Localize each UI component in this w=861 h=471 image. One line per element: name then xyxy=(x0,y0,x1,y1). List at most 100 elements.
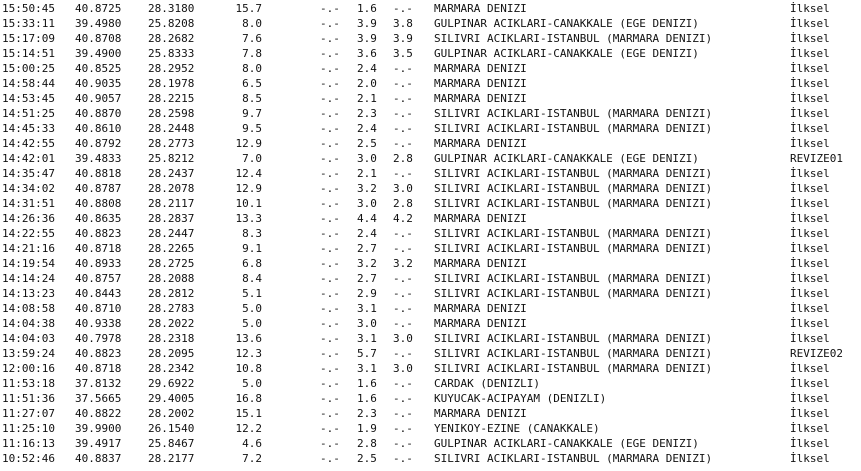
ml-cell: 2.4 xyxy=(357,122,377,135)
depth-cell: 6.8 xyxy=(242,257,262,270)
longitude-cell: 28.2725 xyxy=(148,257,195,270)
depth-cell: 7.2 xyxy=(242,452,262,465)
mw-cell: 3.2 xyxy=(393,257,413,270)
depth-cell: 7.8 xyxy=(242,47,262,60)
longitude-cell: 28.2952 xyxy=(148,62,195,75)
solution-type-cell: İlksel xyxy=(790,137,830,150)
table-row: 14:45:33 40.8610 28.2448 9.5 -.- 2.4 -.- SILIVR… xyxy=(0,121,861,136)
time-cell: 14:21:16 xyxy=(2,242,55,255)
table-row: 15:33:11 39.4980 25.8208 8.0 -.- 3.9 3.8 GULPIN… xyxy=(0,16,861,31)
table-row: 14:51:25 40.8870 28.2598 9.7 -.- 2.3 -.- SILIVR… xyxy=(0,106,861,121)
latitude-cell: 40.8792 xyxy=(75,137,122,150)
time-cell: 11:25:10 xyxy=(2,422,55,435)
mw-cell: 2.8 xyxy=(393,152,413,165)
time-cell: 11:51:36 xyxy=(2,392,55,405)
latitude-cell: 40.8870 xyxy=(75,107,122,120)
time-cell: 14:58:44 xyxy=(2,77,55,90)
table-row: 11:16:13 39.4917 25.8467 4.6 -.- 2.8 -.- GULPIN… xyxy=(0,436,861,451)
longitude-cell: 28.3180 xyxy=(148,2,195,15)
time-cell: 15:50:45 xyxy=(2,2,55,15)
location-cell: MARMARA DENIZI xyxy=(434,2,527,15)
time-cell: 15:00:25 xyxy=(2,62,55,75)
mw-cell: -.- xyxy=(393,2,413,15)
md-cell: -.- xyxy=(320,392,340,405)
location-cell: SILIVRI ACIKLARI-ISTANBUL (MARMARA DENIZ… xyxy=(434,452,713,465)
mw-cell: 3.9 xyxy=(393,32,413,45)
mw-cell: -.- xyxy=(393,272,413,285)
time-cell: 14:04:03 xyxy=(2,332,55,345)
mw-cell: -.- xyxy=(393,122,413,135)
table-row: 11:51:36 37.5665 29.4005 16.8 -.- 1.6 -.- KUYUC… xyxy=(0,391,861,406)
time-cell: 10:52:46 xyxy=(2,452,55,465)
location-cell: GULPINAR ACIKLARI-CANAKKALE (EGE DENIZI) xyxy=(434,47,699,60)
longitude-cell: 28.2598 xyxy=(148,107,195,120)
depth-cell: 12.9 xyxy=(235,137,263,150)
ml-cell: 3.0 xyxy=(357,197,377,210)
latitude-cell: 40.8710 xyxy=(75,302,122,315)
longitude-cell: 25.8467 xyxy=(148,437,195,450)
depth-cell: 5.0 xyxy=(242,302,262,315)
time-cell: 14:19:54 xyxy=(2,257,55,270)
depth-cell: 5.0 xyxy=(242,317,262,330)
longitude-cell: 28.2447 xyxy=(148,227,195,240)
longitude-cell: 28.2773 xyxy=(148,137,195,150)
location-cell: SILIVRI ACIKLARI-ISTANBUL (MARMARA DENIZ… xyxy=(434,332,713,345)
mw-cell: -.- xyxy=(393,302,413,315)
time-cell: 11:53:18 xyxy=(2,377,55,390)
longitude-cell: 28.2002 xyxy=(148,407,195,420)
md-cell: -.- xyxy=(320,332,340,345)
longitude-cell: 28.2022 xyxy=(148,317,195,330)
mw-cell: 3.0 xyxy=(393,362,413,375)
location-cell: MARMARA DENIZI xyxy=(434,407,527,420)
md-cell: -.- xyxy=(320,377,340,390)
solution-type-cell: REVIZE01 xyxy=(790,152,843,165)
depth-cell: 9.5 xyxy=(242,122,262,135)
longitude-cell: 28.1978 xyxy=(148,77,195,90)
mw-cell: 3.8 xyxy=(393,17,413,30)
longitude-cell: 28.2117 xyxy=(148,197,195,210)
longitude-cell: 25.8333 xyxy=(148,47,195,60)
time-cell: 14:22:55 xyxy=(2,227,55,240)
location-cell: CARDAK (DENIZLI) xyxy=(434,377,540,390)
earthquake-list: 15:50:45 40.8725 28.3180 15.7 -.- 1.6 -.- MARMA… xyxy=(0,0,861,471)
latitude-cell: 40.8823 xyxy=(75,227,122,240)
md-cell: -.- xyxy=(320,227,340,240)
longitude-cell: 28.2448 xyxy=(148,122,195,135)
location-cell: MARMARA DENIZI xyxy=(434,62,527,75)
md-cell: -.- xyxy=(320,122,340,135)
md-cell: -.- xyxy=(320,272,340,285)
mw-cell: 2.8 xyxy=(393,197,413,210)
latitude-cell: 40.8610 xyxy=(75,122,122,135)
ml-cell: 3.6 xyxy=(357,47,377,60)
ml-cell: 1.6 xyxy=(357,377,377,390)
solution-type-cell: İlksel xyxy=(790,257,830,270)
solution-type-cell: İlksel xyxy=(790,452,830,465)
latitude-cell: 40.8808 xyxy=(75,197,122,210)
mw-cell: 4.2 xyxy=(393,212,413,225)
md-cell: -.- xyxy=(320,92,340,105)
mw-cell: 3.0 xyxy=(393,182,413,195)
longitude-cell: 28.2437 xyxy=(148,167,195,180)
mw-cell: -.- xyxy=(393,437,413,450)
location-cell: MARMARA DENIZI xyxy=(434,212,527,225)
longitude-cell: 28.2215 xyxy=(148,92,195,105)
longitude-cell: 29.6922 xyxy=(148,377,195,390)
ml-cell: 2.3 xyxy=(357,407,377,420)
table-row: 15:17:09 40.8708 28.2682 7.6 -.- 3.9 3.9 SILIVR… xyxy=(0,31,861,46)
solution-type-cell: İlksel xyxy=(790,92,830,105)
latitude-cell: 39.4980 xyxy=(75,17,122,30)
latitude-cell: 40.8525 xyxy=(75,62,122,75)
location-cell: SILIVRI ACIKLARI-ISTANBUL (MARMARA DENIZ… xyxy=(434,347,713,360)
md-cell: -.- xyxy=(320,77,340,90)
latitude-cell: 40.8822 xyxy=(75,407,122,420)
longitude-cell: 28.2078 xyxy=(148,182,195,195)
location-cell: MARMARA DENIZI xyxy=(434,77,527,90)
mw-cell: -.- xyxy=(393,137,413,150)
latitude-cell: 40.8718 xyxy=(75,362,122,375)
longitude-cell: 28.2812 xyxy=(148,287,195,300)
table-row: 15:00:25 40.8525 28.2952 8.0 -.- 2.4 -.- MARMAR… xyxy=(0,61,861,76)
solution-type-cell: İlksel xyxy=(790,212,830,225)
ml-cell: 3.0 xyxy=(357,317,377,330)
table-row: 14:22:55 40.8823 28.2447 8.3 -.- 2.4 -.- SILIVR… xyxy=(0,226,861,241)
mw-cell: -.- xyxy=(393,227,413,240)
